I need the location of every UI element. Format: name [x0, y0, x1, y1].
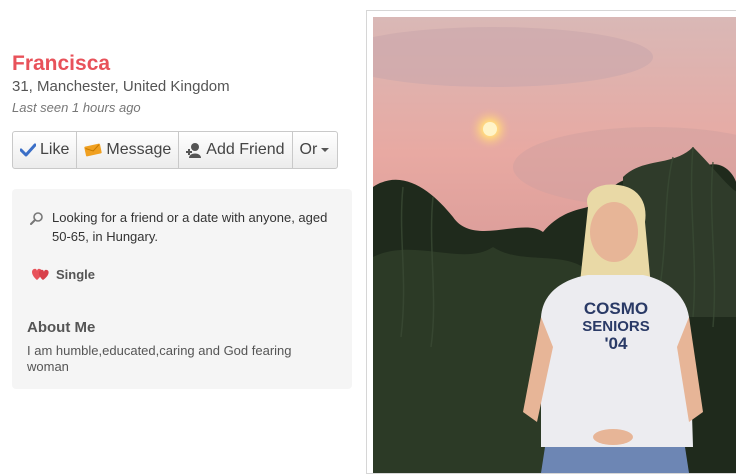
action-button-group: Like Message Add Friend Or	[12, 131, 339, 169]
details-card: Looking for a friend or a date with anyo…	[12, 189, 352, 389]
hearts-icon	[32, 268, 49, 280]
add-friend-button[interactable]: Add Friend	[179, 132, 293, 168]
about-text: I am humble,educated,caring and God fear…	[27, 343, 292, 374]
like-label: Like	[40, 141, 70, 158]
like-button[interactable]: Like	[13, 132, 78, 168]
more-dropdown-button[interactable]: Or	[293, 132, 338, 168]
add-friend-label: Add Friend	[206, 141, 285, 158]
message-label: Message	[106, 141, 172, 158]
check-icon	[20, 143, 36, 157]
relationship-status-row: Single	[30, 266, 95, 282]
person-plus-icon	[186, 143, 202, 158]
looking-for-text: Looking for a friend or a date with anyo…	[52, 210, 328, 244]
age-location: 31, Manchester, United Kingdom	[12, 78, 230, 95]
shirt-text-line1: COSMO	[584, 299, 648, 318]
about-heading: About Me	[27, 319, 96, 336]
caret-down-icon	[321, 148, 330, 152]
envelope-icon	[84, 143, 103, 157]
looking-for-row: Looking for a friend or a date with anyo…	[30, 208, 340, 246]
relationship-status: Single	[56, 266, 96, 282]
more-label: Or	[299, 141, 318, 158]
profile-photo-frame[interactable]: COSMO SENIORS '04	[366, 10, 736, 474]
profile-photo: COSMO SENIORS '04	[373, 17, 736, 473]
search-icon	[30, 212, 43, 225]
shirt-text-line3: '04	[605, 334, 628, 353]
last-seen: Last seen 1 hours ago	[12, 100, 141, 115]
profile-name: Francisca	[12, 52, 111, 75]
shirt-text-line2: SENIORS	[582, 318, 650, 335]
message-button[interactable]: Message	[77, 132, 180, 168]
